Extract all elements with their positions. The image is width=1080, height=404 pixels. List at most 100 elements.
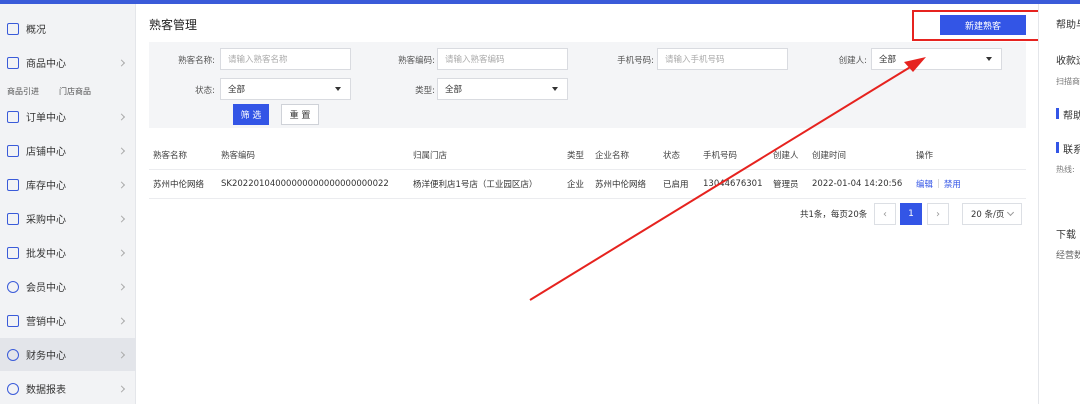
sidebar-item-purchase[interactable]: 采购中心 bbox=[0, 202, 136, 235]
chevron-right-icon bbox=[117, 350, 126, 359]
chevron-right-icon bbox=[117, 384, 126, 393]
status-filter-value: 全部 bbox=[228, 85, 246, 95]
chevron-left-icon: ‹ bbox=[883, 208, 887, 220]
creator-filter-label: 创建人: bbox=[838, 56, 867, 66]
purchase-icon bbox=[7, 212, 19, 225]
sidebar-subitem-import[interactable]: 商品引进 bbox=[7, 86, 39, 97]
inventory-icon bbox=[7, 178, 19, 191]
cell-phone: 13044676301 bbox=[703, 179, 763, 189]
sidebar-item-finance[interactable]: 财务中心 bbox=[0, 338, 136, 371]
status-filter-select[interactable]: 全部 bbox=[220, 78, 351, 100]
page-number-button[interactable]: 1 bbox=[900, 203, 922, 225]
sidebar-item-marketing[interactable]: 营销中心 bbox=[0, 304, 136, 337]
action-divider: | bbox=[937, 179, 940, 189]
store-icon bbox=[7, 144, 19, 157]
chevron-right-icon bbox=[117, 146, 126, 155]
cell-store: 杨洋便利店1号店（工业园区店） bbox=[413, 180, 538, 190]
help-download[interactable]: 下载 bbox=[1056, 226, 1076, 241]
sidebar-item-reports[interactable]: 数据报表 bbox=[0, 372, 136, 404]
col-store: 归属门店 bbox=[413, 150, 448, 161]
sidebar-item-label: 会员中心 bbox=[26, 283, 66, 294]
sidebar: 概况 商品中心 商品引进 门店商品 订单中心 店铺中心 库存中心 采购中心 批发… bbox=[0, 4, 136, 404]
col-phone: 手机号码 bbox=[703, 150, 738, 161]
help-line-scan: 扫描商 bbox=[1056, 77, 1080, 86]
code-filter-label: 熟客编码: bbox=[398, 56, 435, 66]
cell-actions: 编辑 | 禁用 bbox=[916, 170, 961, 198]
section-marker bbox=[1056, 142, 1059, 153]
sidebar-item-label: 商品中心 bbox=[26, 59, 66, 70]
section-marker bbox=[1056, 108, 1059, 119]
creator-filter-value: 全部 bbox=[879, 55, 897, 65]
home-icon bbox=[7, 22, 19, 35]
edit-link[interactable]: 编辑 bbox=[916, 178, 933, 190]
chevron-right-icon bbox=[117, 58, 126, 67]
name-filter-input[interactable]: 请输入熟客名称 bbox=[220, 48, 351, 70]
table-header: 熟客名称 熟客编码 归属门店 类型 企业名称 状态 手机号码 创建人 创建时间 … bbox=[149, 140, 1026, 170]
help-title: 帮助与 bbox=[1056, 20, 1080, 31]
reset-button[interactable]: 重 置 bbox=[281, 104, 319, 125]
cell-name: 苏州中伦网络 bbox=[153, 180, 205, 190]
filter-panel: 熟客名称: 请输入熟客名称 熟客编码: 请输入熟客编码 手机号码: 请输入手机号… bbox=[149, 42, 1026, 128]
col-name: 熟客名称 bbox=[153, 150, 188, 161]
sidebar-subitem-store-products[interactable]: 门店商品 bbox=[59, 86, 91, 97]
type-filter-select[interactable]: 全部 bbox=[437, 78, 568, 100]
help-business-data: 经营数 bbox=[1056, 251, 1080, 261]
chevron-right-icon bbox=[117, 282, 126, 291]
page-size-select[interactable]: 20 条/页 bbox=[962, 203, 1022, 225]
type-filter-value: 全部 bbox=[445, 85, 463, 95]
member-icon bbox=[7, 280, 19, 293]
cell-company: 苏州中伦网络 bbox=[595, 180, 647, 190]
chevron-right-icon: › bbox=[936, 208, 940, 220]
col-type: 类型 bbox=[567, 150, 585, 161]
disable-link[interactable]: 禁用 bbox=[944, 178, 961, 190]
help-hotline-label: 热线: bbox=[1056, 165, 1075, 174]
cell-status: 已启用 bbox=[663, 180, 689, 190]
sidebar-item-label: 订单中心 bbox=[26, 113, 66, 124]
chevron-down-icon bbox=[1006, 208, 1015, 217]
marketing-icon bbox=[7, 314, 19, 327]
table-row: 苏州中伦网络 SK20220104000000000000000000022 杨… bbox=[149, 170, 1026, 199]
sidebar-item-stores[interactable]: 店铺中心 bbox=[0, 134, 136, 167]
type-filter-label: 类型: bbox=[415, 86, 435, 96]
col-created: 创建时间 bbox=[812, 150, 847, 161]
main-content: 熟客管理 新建熟客 熟客名称: 请输入熟客名称 熟客编码: 请输入熟客编码 手机… bbox=[137, 4, 1045, 404]
sidebar-item-label: 店铺中心 bbox=[26, 147, 66, 158]
sidebar-item-members[interactable]: 会员中心 bbox=[0, 270, 136, 303]
order-icon bbox=[7, 110, 19, 123]
sidebar-item-label: 财务中心 bbox=[26, 351, 66, 362]
cell-code: SK20220104000000000000000000022 bbox=[221, 179, 389, 189]
sidebar-item-label: 库存中心 bbox=[26, 181, 66, 192]
sidebar-item-label: 营销中心 bbox=[26, 317, 66, 328]
sidebar-item-label: 批发中心 bbox=[26, 249, 66, 260]
phone-filter-label: 手机号码: bbox=[617, 56, 654, 66]
sidebar-item-inventory[interactable]: 库存中心 bbox=[0, 168, 136, 201]
caret-down-icon bbox=[335, 87, 341, 91]
page-size-value: 20 条/页 bbox=[971, 210, 1005, 220]
col-code: 熟客编码 bbox=[221, 150, 256, 161]
annotation-highlight-box bbox=[912, 10, 1045, 41]
col-creator: 创建人 bbox=[773, 150, 799, 161]
caret-down-icon bbox=[986, 57, 992, 61]
phone-filter-input[interactable]: 请输入手机号码 bbox=[657, 48, 788, 70]
sidebar-item-overview[interactable]: 概况 bbox=[0, 12, 136, 45]
cell-type: 企业 bbox=[567, 180, 585, 190]
caret-down-icon bbox=[552, 87, 558, 91]
next-page-button[interactable]: › bbox=[927, 203, 949, 225]
sidebar-item-label: 概况 bbox=[26, 25, 46, 36]
code-filter-input[interactable]: 请输入熟客编码 bbox=[437, 48, 568, 70]
sidebar-item-products[interactable]: 商品中心 bbox=[0, 46, 136, 79]
wholesale-icon bbox=[7, 246, 19, 259]
help-line-payment: 收款运 bbox=[1056, 56, 1080, 67]
sidebar-item-label: 数据报表 bbox=[26, 385, 66, 396]
filter-button[interactable]: 筛 选 bbox=[233, 104, 269, 125]
creator-filter-select[interactable]: 全部 bbox=[871, 48, 1002, 70]
sidebar-item-wholesale[interactable]: 批发中心 bbox=[0, 236, 136, 269]
sidebar-item-orders[interactable]: 订单中心 bbox=[0, 100, 136, 133]
help-section-contact: 联系 bbox=[1063, 145, 1080, 156]
pagination-info: 共1条，每页20条 bbox=[800, 210, 868, 220]
help-panel: 帮助与 收款运 扫描商 帮助 联系 热线: 下载 经营数 bbox=[1038, 4, 1080, 404]
col-status: 状态 bbox=[663, 150, 681, 161]
prev-page-button[interactable]: ‹ bbox=[874, 203, 896, 225]
chevron-right-icon bbox=[117, 214, 126, 223]
page-title: 熟客管理 bbox=[149, 18, 198, 32]
